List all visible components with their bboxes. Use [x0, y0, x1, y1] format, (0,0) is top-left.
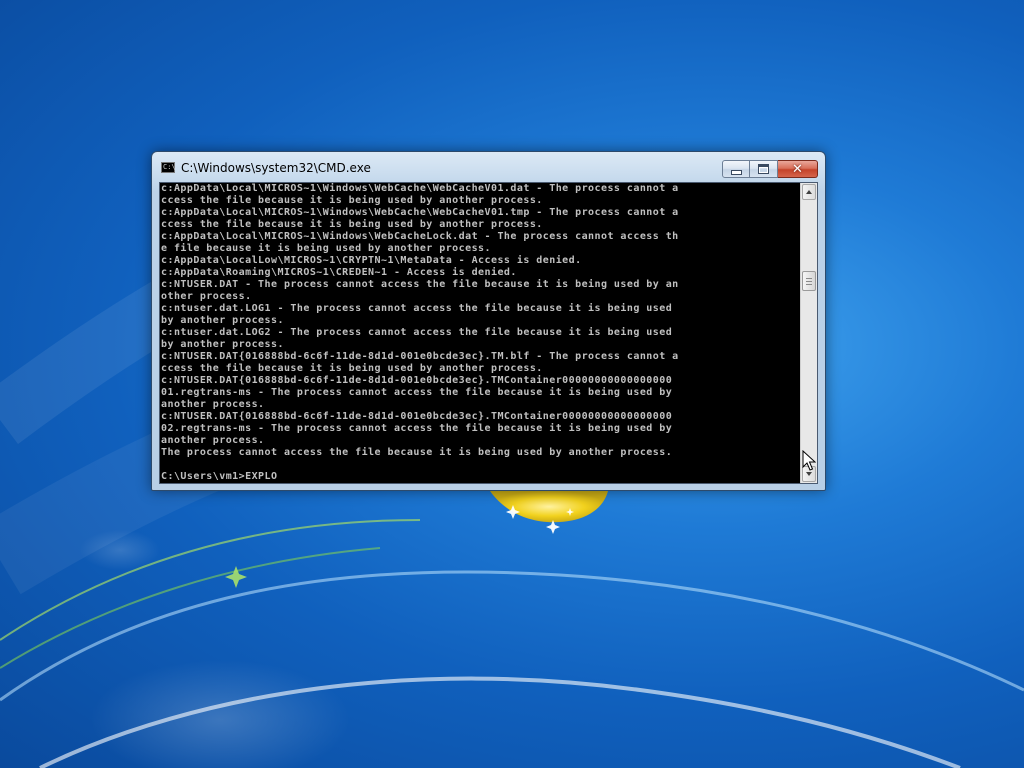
- cmd-window[interactable]: C:\ C:\Windows\system32\CMD.exe ✕ c:AppD…: [151, 151, 826, 491]
- console-line: c:NTUSER.DAT - The process cannot access…: [161, 279, 679, 290]
- vertical-scrollbar[interactable]: [800, 183, 817, 483]
- close-icon: ✕: [792, 161, 803, 177]
- console-line: ccess the file because it is being used …: [161, 363, 543, 374]
- console-line: another process.: [161, 435, 265, 446]
- scroll-up-button[interactable]: [802, 184, 816, 200]
- window-title: C:\Windows\system32\CMD.exe: [181, 161, 371, 175]
- console-line: ccess the file because it is being used …: [161, 195, 543, 206]
- arrow-down-icon: [806, 472, 812, 476]
- console-area[interactable]: c:AppData\Local\MICROS~1\Windows\WebCach…: [159, 182, 818, 484]
- command-prompt[interactable]: C:\Users\vm1>EXPLO: [161, 471, 802, 483]
- console-line: c:AppData\Local\MICROS~1\Windows\WebCach…: [161, 231, 679, 242]
- console-output[interactable]: c:AppData\Local\MICROS~1\Windows\WebCach…: [161, 183, 802, 483]
- cmd-app-icon[interactable]: C:\: [161, 162, 176, 173]
- console-line: c:AppData\Local\MICROS~1\Windows\WebCach…: [161, 207, 679, 218]
- console-line: ccess the file because it is being used …: [161, 219, 543, 230]
- maximize-icon: [758, 164, 769, 174]
- console-line: by another process.: [161, 315, 284, 326]
- console-line: c:AppData\Local\MICROS~1\Windows\WebCach…: [161, 183, 679, 194]
- desktop[interactable]: C:\ C:\Windows\system32\CMD.exe ✕ c:AppD…: [0, 0, 1024, 768]
- minimize-button[interactable]: [722, 160, 750, 178]
- console-line: other process.: [161, 291, 252, 302]
- console-line: e file because it is being used by anoth…: [161, 243, 491, 254]
- console-line: c:NTUSER.DAT{016888bd-6c6f-11de-8d1d-001…: [161, 351, 679, 362]
- console-line: c:ntuser.dat.LOG1 - The process cannot a…: [161, 303, 673, 314]
- minimize-icon: [730, 169, 742, 175]
- close-button[interactable]: ✕: [778, 160, 818, 178]
- mouse-pointer-icon: [802, 450, 816, 471]
- arrow-up-icon: [806, 190, 812, 194]
- caption-buttons: ✕: [722, 160, 818, 178]
- console-line: 02.regtrans-ms - The process cannot acce…: [161, 423, 673, 434]
- console-line: The process cannot access the file becau…: [161, 447, 673, 458]
- console-line: 01.regtrans-ms - The process cannot acce…: [161, 387, 673, 398]
- thumb-grip: [806, 281, 812, 282]
- title-bar[interactable]: C:\ C:\Windows\system32\CMD.exe ✕: [152, 152, 825, 182]
- console-line: by another process.: [161, 339, 284, 350]
- console-line: c:AppData\LocalLow\MICROS~1\CRYPTN~1\Met…: [161, 255, 582, 266]
- console-line: c:NTUSER.DAT{016888bd-6c6f-11de-8d1d-001…: [161, 411, 673, 422]
- console-line: c:NTUSER.DAT{016888bd-6c6f-11de-8d1d-001…: [161, 375, 673, 386]
- maximize-button[interactable]: [750, 160, 778, 178]
- scroll-thumb[interactable]: [802, 271, 816, 291]
- console-line: c:AppData\Roaming\MICROS~1\CREDEN~1 - Ac…: [161, 267, 517, 278]
- thumb-grip: [806, 278, 812, 279]
- console-line: another process.: [161, 399, 265, 410]
- thumb-grip: [806, 284, 812, 285]
- console-line: c:ntuser.dat.LOG2 - The process cannot a…: [161, 327, 673, 338]
